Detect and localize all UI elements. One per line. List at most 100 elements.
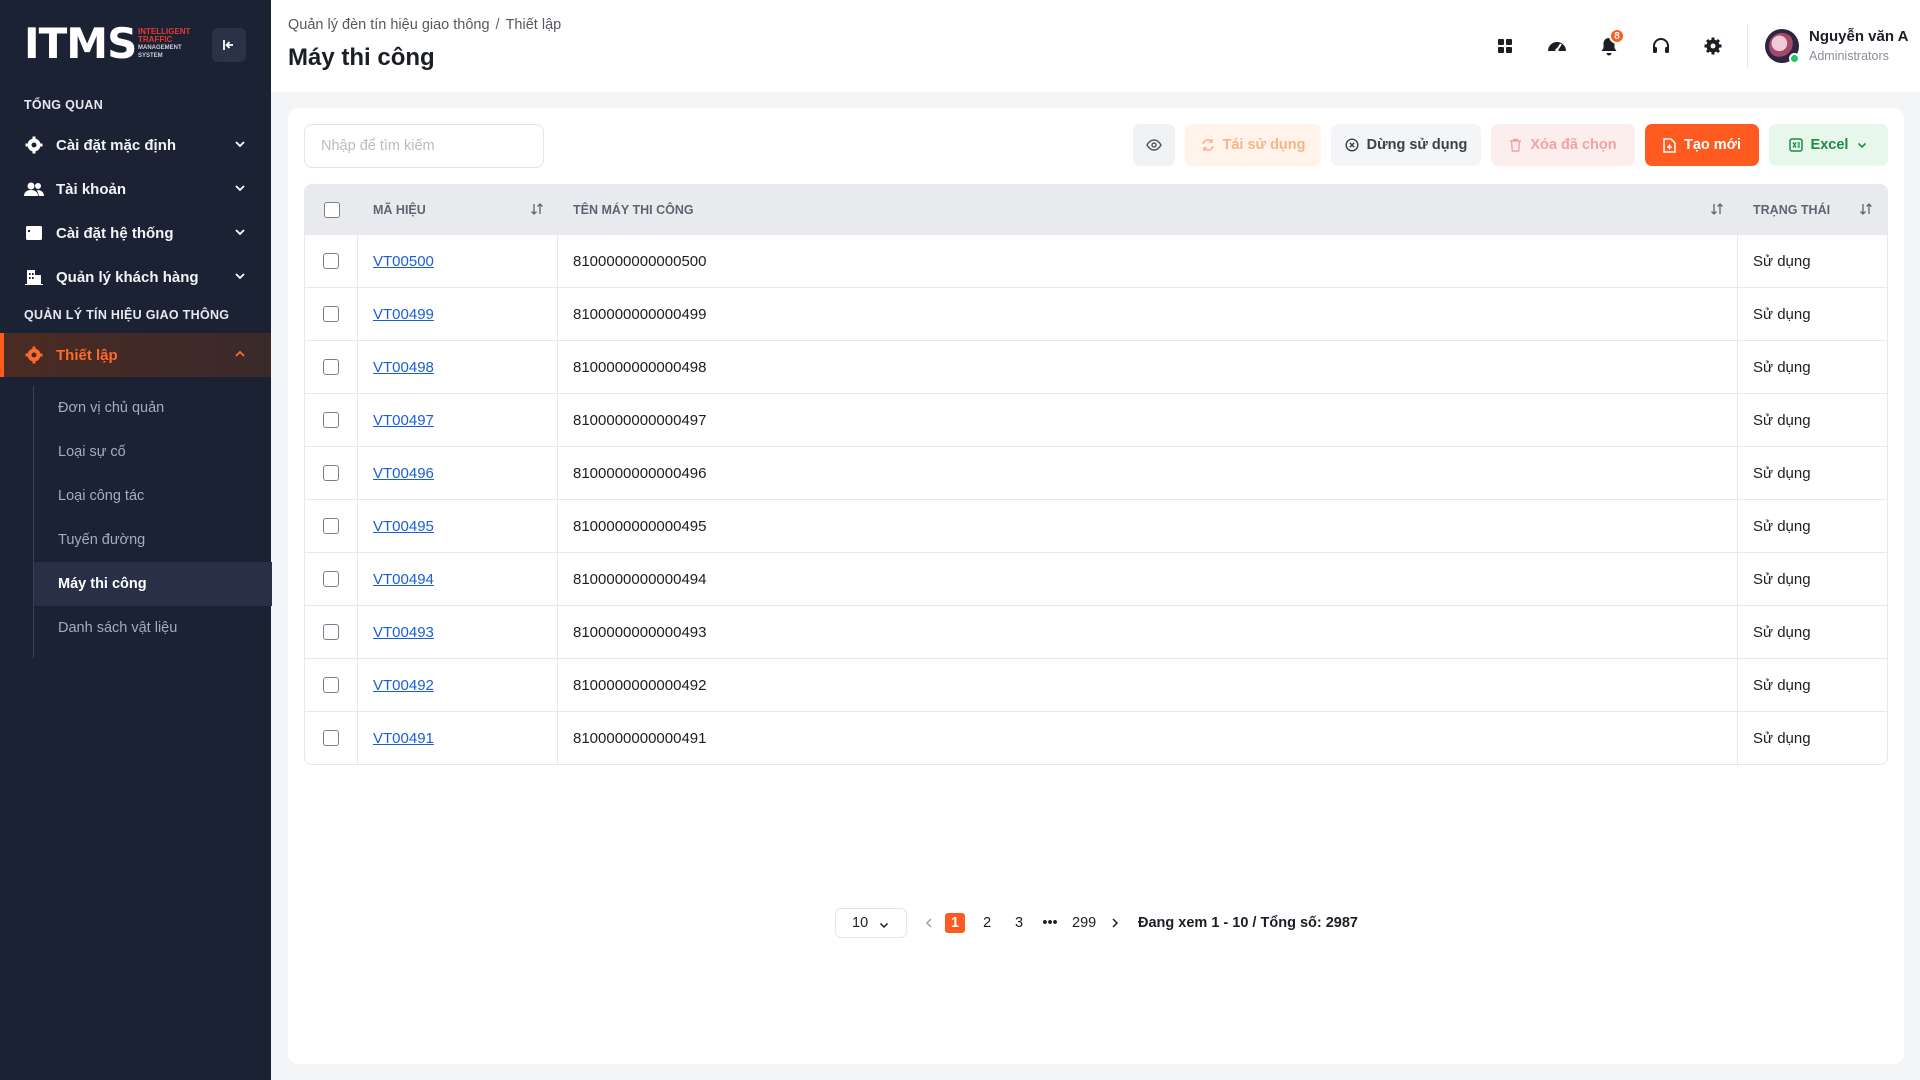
table-row: VT00493 8100000000000493 Sử dụng bbox=[305, 605, 1887, 658]
apps-grid-button[interactable] bbox=[1489, 30, 1521, 62]
search-input[interactable] bbox=[304, 124, 544, 168]
logo-text: ITMS bbox=[24, 19, 137, 68]
logo-tagline: INTELLIGENT TRAFFIC MANAGEMENT SYSTEM bbox=[138, 28, 198, 60]
sort-icon[interactable] bbox=[1859, 202, 1873, 216]
sidebar-item-setup[interactable]: Thiết lập bbox=[0, 333, 271, 377]
chevron-down-icon bbox=[879, 922, 889, 929]
sidebar-item-accounts[interactable]: Tài khoản bbox=[0, 167, 271, 211]
column-header-status[interactable]: TRẠNG THÁI bbox=[1738, 185, 1887, 234]
sidebar-subitem-machines[interactable]: Máy thi công bbox=[34, 562, 272, 606]
code-link[interactable]: VT00497 bbox=[373, 412, 434, 429]
row-checkbox[interactable] bbox=[323, 518, 339, 534]
support-button[interactable] bbox=[1645, 30, 1677, 62]
row-checkbox[interactable] bbox=[323, 571, 339, 587]
sidebar-subitem-materials[interactable]: Danh sách vật liệu bbox=[34, 606, 272, 650]
status-cell: Sử dụng bbox=[1753, 464, 1811, 482]
headset-icon bbox=[1653, 38, 1669, 53]
page-number[interactable]: 1 bbox=[945, 913, 965, 933]
row-checkbox[interactable] bbox=[323, 412, 339, 428]
sort-icon[interactable] bbox=[530, 202, 544, 216]
column-header-name[interactable]: TÊN MÁY THI CÔNG bbox=[558, 185, 1738, 234]
code-link[interactable]: VT00494 bbox=[373, 571, 434, 588]
sidebar-subitem-managing-units[interactable]: Đơn vị chủ quản bbox=[34, 386, 272, 430]
row-check-cell bbox=[305, 288, 358, 340]
code-link[interactable]: VT00500 bbox=[373, 253, 434, 270]
excel-export-button[interactable]: Excel bbox=[1769, 124, 1888, 166]
reuse-button-label: Tái sử dụng bbox=[1222, 137, 1306, 153]
table-header: MÃ HIỆU TÊN MÁY THI CÔNG TRẠNG THÁI bbox=[305, 185, 1887, 234]
sort-icon[interactable] bbox=[1710, 202, 1724, 216]
column-visibility-button[interactable] bbox=[1133, 124, 1175, 166]
table-row: VT00494 8100000000000494 Sử dụng bbox=[305, 552, 1887, 605]
page-number[interactable]: 2 bbox=[977, 913, 997, 933]
breadcrumb-item[interactable]: Quản lý đèn tín hiệu giao thông bbox=[288, 17, 490, 33]
row-checkbox[interactable] bbox=[323, 359, 339, 375]
code-link[interactable]: VT00495 bbox=[373, 518, 434, 535]
code-link[interactable]: VT00493 bbox=[373, 624, 434, 641]
code-link[interactable]: VT00496 bbox=[373, 465, 434, 482]
name-cell: 8100000000000496 bbox=[558, 447, 1738, 499]
breadcrumb: Quản lý đèn tín hiệu giao thông / Thiết lậ… bbox=[288, 17, 561, 33]
sidebar-item-system-settings[interactable]: Cài đặt hệ thống bbox=[0, 211, 271, 255]
next-page-button[interactable] bbox=[1107, 915, 1123, 931]
code-link[interactable]: VT00492 bbox=[373, 677, 434, 694]
pagination-info: Đang xem 1 - 10 / Tổng số: 2987 bbox=[1138, 915, 1358, 931]
user-name[interactable]: Nguyễn văn A bbox=[1809, 28, 1908, 45]
settings-button[interactable] bbox=[1697, 30, 1729, 62]
row-checkbox[interactable] bbox=[323, 624, 339, 640]
page-number[interactable]: 299 bbox=[1072, 913, 1096, 933]
avatar[interactable] bbox=[1765, 29, 1800, 64]
table-row: VT00499 8100000000000499 Sử dụng bbox=[305, 287, 1887, 340]
column-header-code[interactable]: MÃ HIỆU bbox=[358, 185, 558, 234]
row-check-cell bbox=[305, 341, 358, 393]
logo: ITMS INTELLIGENT TRAFFIC MANAGEMENT SYST… bbox=[24, 20, 246, 68]
row-checkbox[interactable] bbox=[323, 465, 339, 481]
row-checkbox[interactable] bbox=[323, 253, 339, 269]
row-check-cell bbox=[305, 235, 358, 287]
chevron-right-icon bbox=[1112, 918, 1119, 928]
reuse-button[interactable]: Tái sử dụng bbox=[1185, 124, 1321, 166]
table-row: VT00500 8100000000000500 Sử dụng bbox=[305, 234, 1887, 287]
row-check-cell bbox=[305, 606, 358, 658]
sidebar-subitem-routes[interactable]: Tuyến đường bbox=[34, 518, 272, 562]
header-divider bbox=[1747, 24, 1748, 68]
chevron-down-icon bbox=[235, 229, 245, 236]
code-link[interactable]: VT00498 bbox=[373, 359, 434, 376]
dashboard-button[interactable] bbox=[1541, 30, 1573, 62]
page-ellipsis[interactable]: ••• bbox=[1040, 913, 1060, 933]
section-traffic-signal: QUẢN LÝ TÍN HIỆU GIAO THÔNG bbox=[24, 308, 230, 322]
code-link[interactable]: VT00499 bbox=[373, 306, 434, 323]
sidebar-subitem-incident-types[interactable]: Loại sự cố bbox=[34, 430, 272, 474]
sidebar-item-customers[interactable]: Quản lý khách hàng bbox=[0, 255, 271, 299]
row-checkbox[interactable] bbox=[323, 730, 339, 746]
name-cell: 8100000000000491 bbox=[558, 712, 1738, 764]
page-size-value: 10 bbox=[852, 915, 869, 931]
breadcrumb-item[interactable]: Thiết lập bbox=[506, 17, 562, 33]
status-cell: Sử dụng bbox=[1753, 252, 1811, 270]
create-new-button[interactable]: Tạo mới bbox=[1645, 124, 1759, 166]
row-checkbox[interactable] bbox=[323, 306, 339, 322]
sidebar-subitem-work-types[interactable]: Loại công tác bbox=[34, 474, 272, 518]
row-check-cell bbox=[305, 447, 358, 499]
notification-badge: 8 bbox=[1609, 28, 1625, 44]
row-checkbox[interactable] bbox=[323, 677, 339, 693]
page-size-select[interactable]: 10 bbox=[835, 908, 907, 938]
status-cell: Sử dụng bbox=[1753, 729, 1811, 747]
select-all-cell bbox=[305, 185, 358, 234]
status-cell: Sử dụng bbox=[1753, 623, 1811, 641]
breadcrumb-separator: / bbox=[495, 17, 500, 33]
sidebar-item-default-settings[interactable]: Cài đặt mặc định bbox=[0, 123, 271, 167]
delete-selected-button[interactable]: Xóa đã chọn bbox=[1491, 124, 1635, 166]
table-row: VT00496 8100000000000496 Sử dụng bbox=[305, 446, 1887, 499]
notifications-button[interactable]: 8 bbox=[1593, 28, 1625, 62]
collapse-sidebar-button[interactable] bbox=[212, 28, 246, 62]
eye-icon bbox=[1146, 139, 1162, 151]
stop-using-button[interactable]: Dừng sử dụng bbox=[1331, 124, 1481, 166]
code-link[interactable]: VT00491 bbox=[373, 730, 434, 747]
select-all-checkbox[interactable] bbox=[323, 201, 340, 218]
machines-table: MÃ HIỆU TÊN MÁY THI CÔNG TRẠNG THÁI VT00… bbox=[304, 184, 1888, 765]
prev-page-button[interactable] bbox=[921, 915, 937, 931]
page-number[interactable]: 3 bbox=[1009, 913, 1029, 933]
sidebar-item-label: Tài khoản bbox=[56, 180, 127, 198]
code-cell: VT00498 bbox=[358, 341, 558, 393]
